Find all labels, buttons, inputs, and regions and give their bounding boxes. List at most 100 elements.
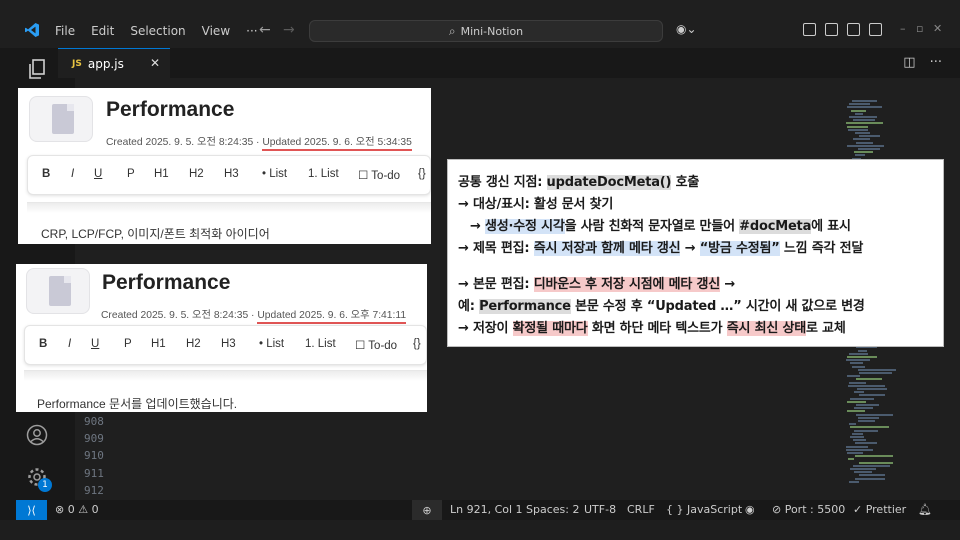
callout-line-4: → 제목 편집: 즉시 저장과 함께 메타 갱신 → “방금 수정됨” 느낌 즉… xyxy=(458,241,864,256)
editor-actions: ◫ ··· xyxy=(903,55,942,70)
copilot-icon[interactable]: ◉⌄ xyxy=(676,22,697,36)
notifications-bell-icon[interactable]: 🔔︎ xyxy=(918,503,932,516)
zoom-icon[interactable]: ⊕ xyxy=(412,500,442,520)
line-number: 909 xyxy=(84,432,104,446)
h3-button[interactable]: H3 xyxy=(224,168,239,180)
toggle-secondary-sidebar-icon[interactable] xyxy=(847,23,860,36)
created-text: Created 2025. 9. 5. 오전 8:24:35 · xyxy=(106,137,263,148)
menu-more[interactable]: ··· xyxy=(246,24,257,38)
bold-button[interactable]: B xyxy=(42,168,50,180)
h3-button[interactable]: H3 xyxy=(221,338,236,350)
prettier-status[interactable]: ✓ Prettier xyxy=(853,503,906,516)
doc-meta: Created 2025. 9. 5. 오전 8:24:35 · Updated… xyxy=(106,133,412,151)
h1-button[interactable]: H1 xyxy=(154,168,169,180)
menu-view[interactable]: View xyxy=(202,24,230,38)
doc-title: Performance xyxy=(106,98,235,121)
todo-button[interactable]: ☐ To-do xyxy=(355,338,397,352)
menu-selection[interactable]: Selection xyxy=(130,24,185,38)
cursor-position[interactable]: Ln 921, Col 1 xyxy=(450,503,523,516)
explorer-icon[interactable] xyxy=(26,58,48,80)
callout-line-2: → 대상/표시: 활성 문서 찾기 xyxy=(458,197,614,212)
menu-bar: File Edit Selection View ··· xyxy=(55,24,274,38)
doc-title: Performance xyxy=(102,271,231,294)
h2-button[interactable]: H2 xyxy=(186,338,201,350)
remote-indicator-icon[interactable]: ⟩⟨ xyxy=(16,500,47,520)
italic-button[interactable]: I xyxy=(71,168,74,180)
explanation-callout: 공통 갱신 지점: updateDocMeta() 호출 → 대상/표시: 활성… xyxy=(447,159,944,347)
callout-line-5: → 본문 편집: 디바운스 후 저장 시점에 메타 갱신 → xyxy=(458,277,736,292)
h1-button[interactable]: H1 xyxy=(151,338,166,350)
minimize-icon[interactable]: – xyxy=(900,22,906,35)
search-label: Mini-Notion xyxy=(460,24,524,38)
language-mode[interactable]: { } JavaScript xyxy=(666,503,742,516)
encoding[interactable]: UTF-8 xyxy=(584,503,616,516)
close-window-icon[interactable]: ✕ xyxy=(933,22,942,35)
line-number: 912 xyxy=(84,483,104,497)
tab-app-js[interactable]: JS app.js ✕ xyxy=(58,48,170,78)
line-number: 910 xyxy=(84,449,104,463)
menu-file[interactable]: File xyxy=(55,24,75,38)
document-icon xyxy=(26,268,90,314)
problems-indicator[interactable]: ⊗ 0 ⚠ 0 xyxy=(55,503,99,516)
doc-body[interactable]: Performance 문서를 업데이트했습니다. xyxy=(24,370,427,412)
editor-toolbar: B I U P H1 H2 H3 • List 1. List ☐ To-do … xyxy=(27,155,431,195)
created-text: Created 2025. 9. 5. 오전 8:24:35 · xyxy=(101,310,258,321)
italic-button[interactable]: I xyxy=(68,338,71,350)
tab-bar: JS app.js ✕ xyxy=(58,48,960,78)
js-file-icon: JS xyxy=(72,58,82,69)
numbered-list-button[interactable]: 1. List xyxy=(308,168,339,180)
customize-layout-icon[interactable] xyxy=(869,23,882,36)
vscode-logo-icon xyxy=(25,23,39,37)
h2-button[interactable]: H2 xyxy=(189,168,204,180)
line-numbers: 908 909 910 911 912 xyxy=(84,413,104,499)
line-endings[interactable]: CRLF xyxy=(627,503,655,516)
command-center-search[interactable]: ⌕ Mini-Notion xyxy=(309,20,663,42)
editor-toolbar: B I U P H1 H2 H3 • List 1. List ☐ To-do … xyxy=(24,325,427,365)
toggle-primary-sidebar-icon[interactable] xyxy=(803,23,816,36)
code-button[interactable]: {} xyxy=(413,338,421,350)
menu-edit[interactable]: Edit xyxy=(91,24,114,38)
code-button[interactable]: {} xyxy=(418,168,426,180)
underline-button[interactable]: U xyxy=(94,168,102,180)
callout-line-1: 공통 갱신 지점: updateDocMeta() 호출 xyxy=(458,175,700,190)
more-actions-icon[interactable]: ··· xyxy=(930,55,942,70)
doc-meta: Created 2025. 9. 5. 오전 8:24:35 · Updated… xyxy=(101,306,407,324)
paragraph-button[interactable]: P xyxy=(124,338,132,350)
doc-body[interactable]: CRP, LCP/FCP, 이미지/폰트 최적화 아이디어 xyxy=(27,202,431,244)
indentation[interactable]: Spaces: 2 xyxy=(526,503,579,516)
screenshot-before: Performance Created 2025. 9. 5. 오전 8:24:… xyxy=(18,88,431,244)
bullet-list-button[interactable]: • List xyxy=(259,338,284,350)
body-text: CRP, LCP/FCP, 이미지/폰트 최적화 아이디어 xyxy=(41,227,270,241)
toggle-panel-icon[interactable] xyxy=(825,23,838,36)
line-number: 908 xyxy=(84,415,104,428)
callout-line-3: → 생성·수정 시각을 사람 친화적 문자열로 만들어 #docMeta에 표시 xyxy=(470,219,851,234)
tab-label: app.js xyxy=(87,56,124,71)
account-icon[interactable] xyxy=(26,424,48,446)
callout-line-7: → 저장이 확정될 때마다 화면 하단 메타 텍스트가 즉시 최신 상태로 교체 xyxy=(458,321,846,336)
updated-text: Updated 2025. 9. 6. 오전 5:34:35 xyxy=(262,137,412,151)
search-icon: ⌕ xyxy=(448,23,456,38)
bullet-list-button[interactable]: • List xyxy=(262,168,287,180)
numbered-list-button[interactable]: 1. List xyxy=(305,338,336,350)
callout-line-6: 예: Performance 본문 수정 후 “Updated …” 시간이 새… xyxy=(458,299,865,314)
paragraph-button[interactable]: P xyxy=(127,168,135,180)
body-text: Performance 문서를 업데이트했습니다. xyxy=(37,397,238,411)
split-editor-icon[interactable]: ◫ xyxy=(903,55,915,70)
live-server-port[interactable]: ⊘ Port : 5500 xyxy=(772,503,845,516)
underline-button[interactable]: U xyxy=(91,338,99,350)
back-arrow-icon[interactable]: ← xyxy=(259,22,271,38)
layout-controls xyxy=(803,23,882,36)
document-icon xyxy=(29,96,93,142)
settings-update-badge: 1 xyxy=(38,478,52,492)
todo-button[interactable]: ☐ To-do xyxy=(358,168,400,182)
updated-text: Updated 2025. 9. 6. 오후 7:41:11 xyxy=(257,310,407,324)
bold-button[interactable]: B xyxy=(39,338,47,350)
forward-arrow-icon[interactable]: → xyxy=(283,22,295,38)
title-bar: File Edit Selection View ··· ← → ⌕ Mini-… xyxy=(0,0,960,48)
copilot-status-icon[interactable]: ◉ xyxy=(745,503,755,516)
restore-icon[interactable]: ▫ xyxy=(916,22,923,35)
line-number: 911 xyxy=(84,466,104,480)
close-tab-icon[interactable]: ✕ xyxy=(150,56,160,70)
status-bar: ⟩⟨ ⊗ 0 ⚠ 0 ⊕ Ln 921, Col 1 Spaces: 2 UTF… xyxy=(0,500,960,520)
screenshot-after: Performance Created 2025. 9. 5. 오전 8:24:… xyxy=(16,264,427,412)
